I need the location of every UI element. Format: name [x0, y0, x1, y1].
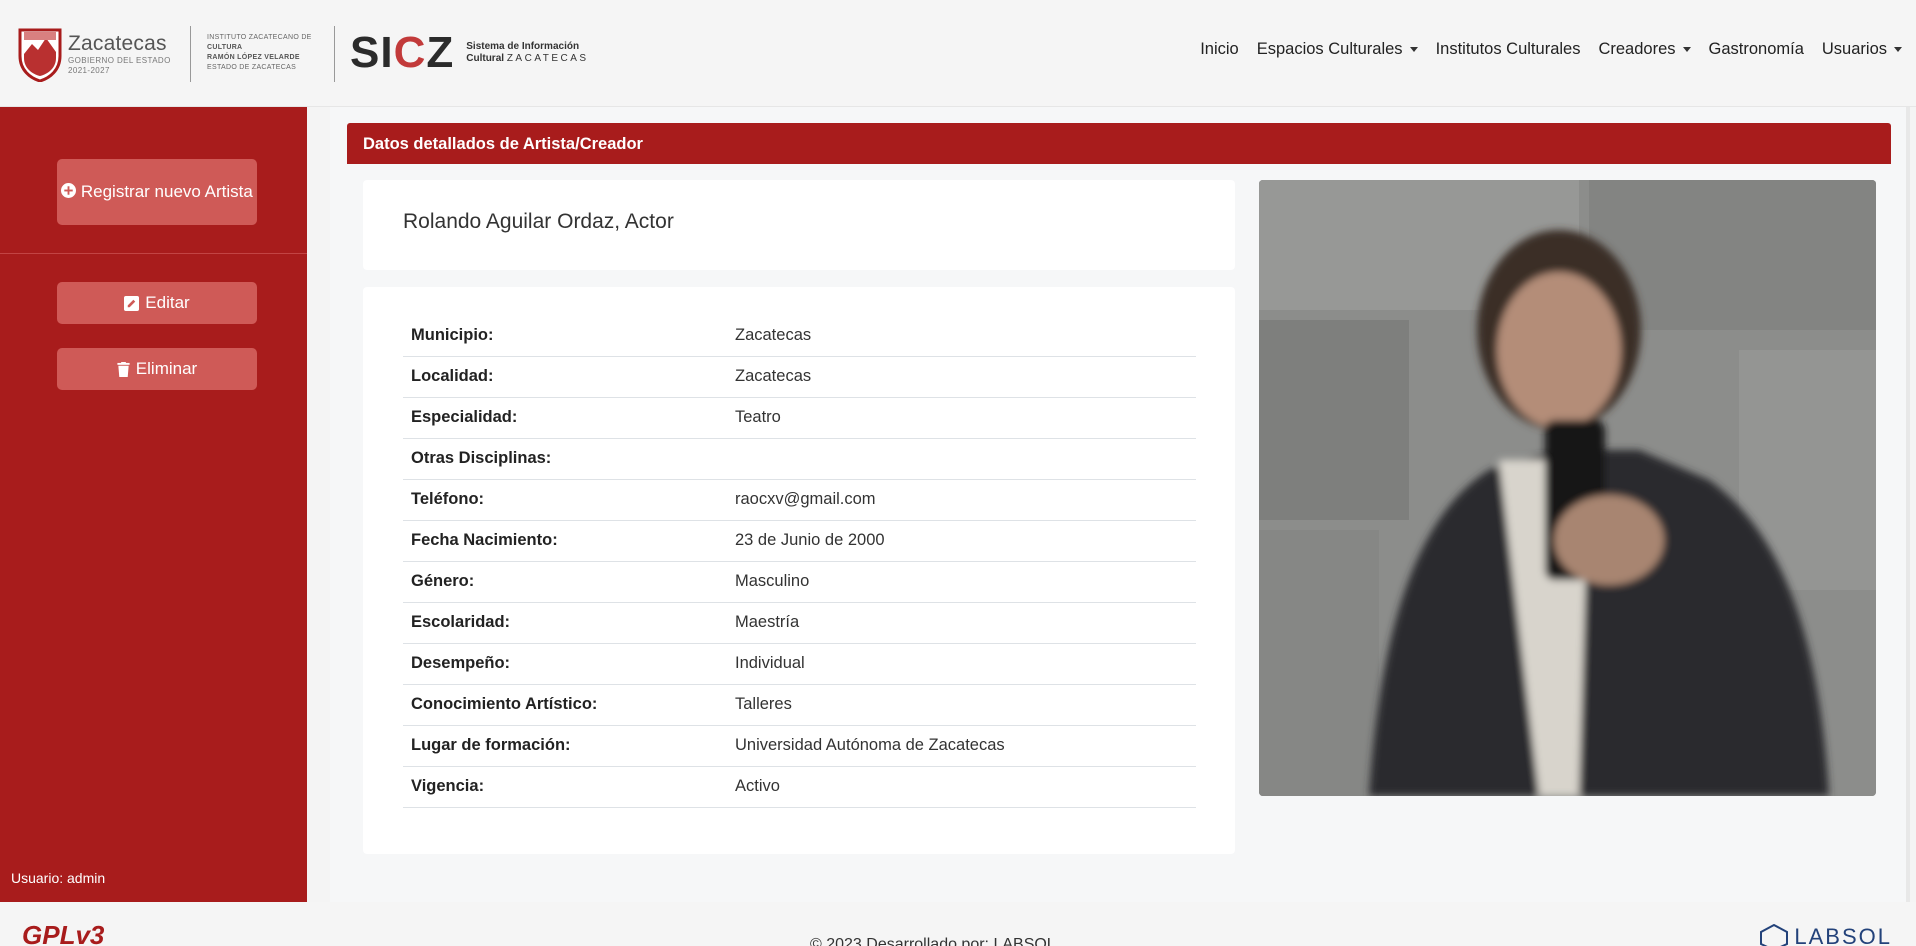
- detail-value: Activo: [727, 766, 1196, 808]
- detail-label: Fecha Nacimiento:: [403, 520, 727, 562]
- logo-divider: [190, 26, 191, 82]
- caret-down-icon: [1894, 47, 1902, 52]
- register-artist-label: Registrar nuevo Artista: [80, 182, 253, 201]
- main-content: Datos detallados de Artista/Creador Rola…: [330, 107, 1910, 902]
- inst-line: RAMÓN LÓPEZ VELARDE: [207, 54, 300, 61]
- nav-institutos-culturales[interactable]: Institutos Culturales: [1436, 40, 1581, 59]
- nav-creadores[interactable]: Creadores: [1598, 40, 1691, 59]
- caret-down-icon: [1409, 47, 1418, 52]
- artist-photo-image: [1259, 180, 1876, 796]
- detail-label: Teléfono:: [403, 479, 727, 521]
- detail-label: Desempeño:: [403, 643, 727, 685]
- detail-row: Género: Masculino: [403, 561, 1196, 603]
- caret-down-icon: [1682, 47, 1691, 52]
- card-title: Datos detallados de Artista/Creador: [347, 123, 1891, 164]
- detail-value: 23 de Junio de 2000: [727, 520, 1196, 562]
- detail-label: Otras Disciplinas:: [403, 438, 727, 480]
- detail-value: Talleres: [727, 684, 1196, 726]
- detail-value: Universidad Autónoma de Zacatecas: [727, 725, 1196, 767]
- instituto-cultura-logo: INSTITUTO ZACATECANO DE CULTURA RAMÓN LÓ…: [207, 33, 312, 73]
- detail-value: Zacatecas: [727, 356, 1196, 398]
- detail-row: Otras Disciplinas:: [403, 438, 1196, 480]
- detail-value: Maestría: [727, 602, 1196, 644]
- artist-photo: [1259, 180, 1876, 796]
- trash-icon: [117, 361, 130, 377]
- detail-label: Género:: [403, 561, 727, 603]
- labsol-logo[interactable]: LABSOL: [1760, 924, 1892, 946]
- detail-label: Municipio:: [403, 315, 727, 357]
- inst-line: ESTADO DE ZACATECAS: [207, 64, 297, 71]
- inst-line: CULTURA: [207, 44, 243, 51]
- detail-value: Individual: [727, 643, 1196, 685]
- plus-circle-icon: [61, 183, 77, 198]
- svg-text:GPLv3: GPLv3: [22, 920, 105, 946]
- nav-gastronomia[interactable]: Gastronomía: [1709, 40, 1804, 59]
- nav-inicio[interactable]: Inicio: [1200, 40, 1239, 59]
- detail-value: Masculino: [727, 561, 1196, 603]
- gob-sub: GOBIERNO DEL ESTADO: [68, 56, 171, 65]
- sicz-logo[interactable]: SICZ Sistema de Información Cultural ZAC…: [350, 28, 589, 78]
- detail-label: Lugar de formación:: [403, 725, 727, 767]
- edit-label: Editar: [145, 293, 190, 312]
- sicz-tagline: Sistema de Información Cultural ZACATECA…: [466, 41, 589, 64]
- detail-label: Escolaridad:: [403, 602, 727, 644]
- delete-button[interactable]: Eliminar: [57, 348, 257, 390]
- detail-value: Zacatecas: [727, 315, 1196, 357]
- footer: GPLv3 © 2023 Desarrollado por: LABSOL LA…: [0, 902, 1916, 946]
- detail-value: Teatro: [727, 397, 1196, 439]
- nav-usuarios[interactable]: Usuarios: [1822, 40, 1902, 59]
- detail-row: Municipio: Zacatecas: [403, 315, 1196, 357]
- detail-label: Vigencia:: [403, 766, 727, 808]
- detail-row: Lugar de formación: Universidad Autónoma …: [403, 725, 1196, 767]
- detail-row: Especialidad: Teatro: [403, 397, 1196, 439]
- register-artist-button[interactable]: Registrar nuevo Artista: [57, 159, 257, 225]
- inst-line: INSTITUTO ZACATECANO DE: [207, 34, 312, 41]
- detail-row: Fecha Nacimiento: 23 de Junio de 2000: [403, 520, 1196, 562]
- current-user: Usuario: admin: [11, 870, 106, 886]
- nav-espacios-culturales[interactable]: Espacios Culturales: [1257, 40, 1418, 59]
- detail-row: Vigencia: Activo: [403, 766, 1196, 808]
- detail-label: Conocimiento Artístico:: [403, 684, 727, 726]
- artist-details-card: Municipio: Zacatecas Localidad: Zacatecas Es…: [363, 287, 1235, 854]
- detail-label: Localidad:: [403, 356, 727, 398]
- detail-row: Teléfono: raocxv@gmail.com: [403, 479, 1196, 521]
- detail-row: Escolaridad: Maestría: [403, 602, 1196, 644]
- gobierno-zacatecas-logo[interactable]: Zacatecas GOBIERNO DEL ESTADO 2021-2027: [18, 26, 171, 82]
- sicz-wordmark: SICZ: [350, 28, 455, 77]
- copyright-text: © 2023 Desarrollado por: LABSOL: [810, 936, 1056, 946]
- edit-icon: [124, 295, 140, 311]
- sidebar: Registrar nuevo Artista Editar Eliminar …: [0, 107, 307, 902]
- gob-name: Zacatecas: [68, 32, 167, 55]
- top-navbar: Zacatecas GOBIERNO DEL ESTADO 2021-2027 …: [0, 0, 1916, 107]
- zacatecas-shield-icon: [18, 28, 62, 82]
- detail-label: Especialidad:: [403, 397, 727, 439]
- detail-row: Desempeño: Individual: [403, 643, 1196, 685]
- edit-button[interactable]: Editar: [57, 282, 257, 324]
- detail-row: Conocimiento Artístico: Talleres: [403, 684, 1196, 726]
- sidebar-divider: [0, 253, 307, 254]
- delete-label: Eliminar: [135, 359, 198, 378]
- artist-name: Rolando Aguilar Ordaz, Actor: [403, 210, 674, 233]
- main-nav: Inicio Espacios Culturales Institutos Cu…: [1200, 40, 1902, 59]
- details-table: Municipio: Zacatecas Localidad: Zacatecas Es…: [403, 315, 1196, 808]
- detail-value: raocxv@gmail.com: [727, 479, 1196, 521]
- labsol-cube-icon: [1760, 924, 1789, 946]
- detail-value: [727, 438, 1196, 480]
- labsol-label: LABSOL: [1794, 924, 1892, 946]
- gplv3-logo[interactable]: GPLv3: [20, 920, 125, 946]
- gob-years: 2021-2027: [68, 66, 110, 75]
- artist-name-card: Rolando Aguilar Ordaz, Actor: [363, 180, 1235, 270]
- logo-divider: [334, 26, 335, 82]
- detail-row: Localidad: Zacatecas: [403, 356, 1196, 398]
